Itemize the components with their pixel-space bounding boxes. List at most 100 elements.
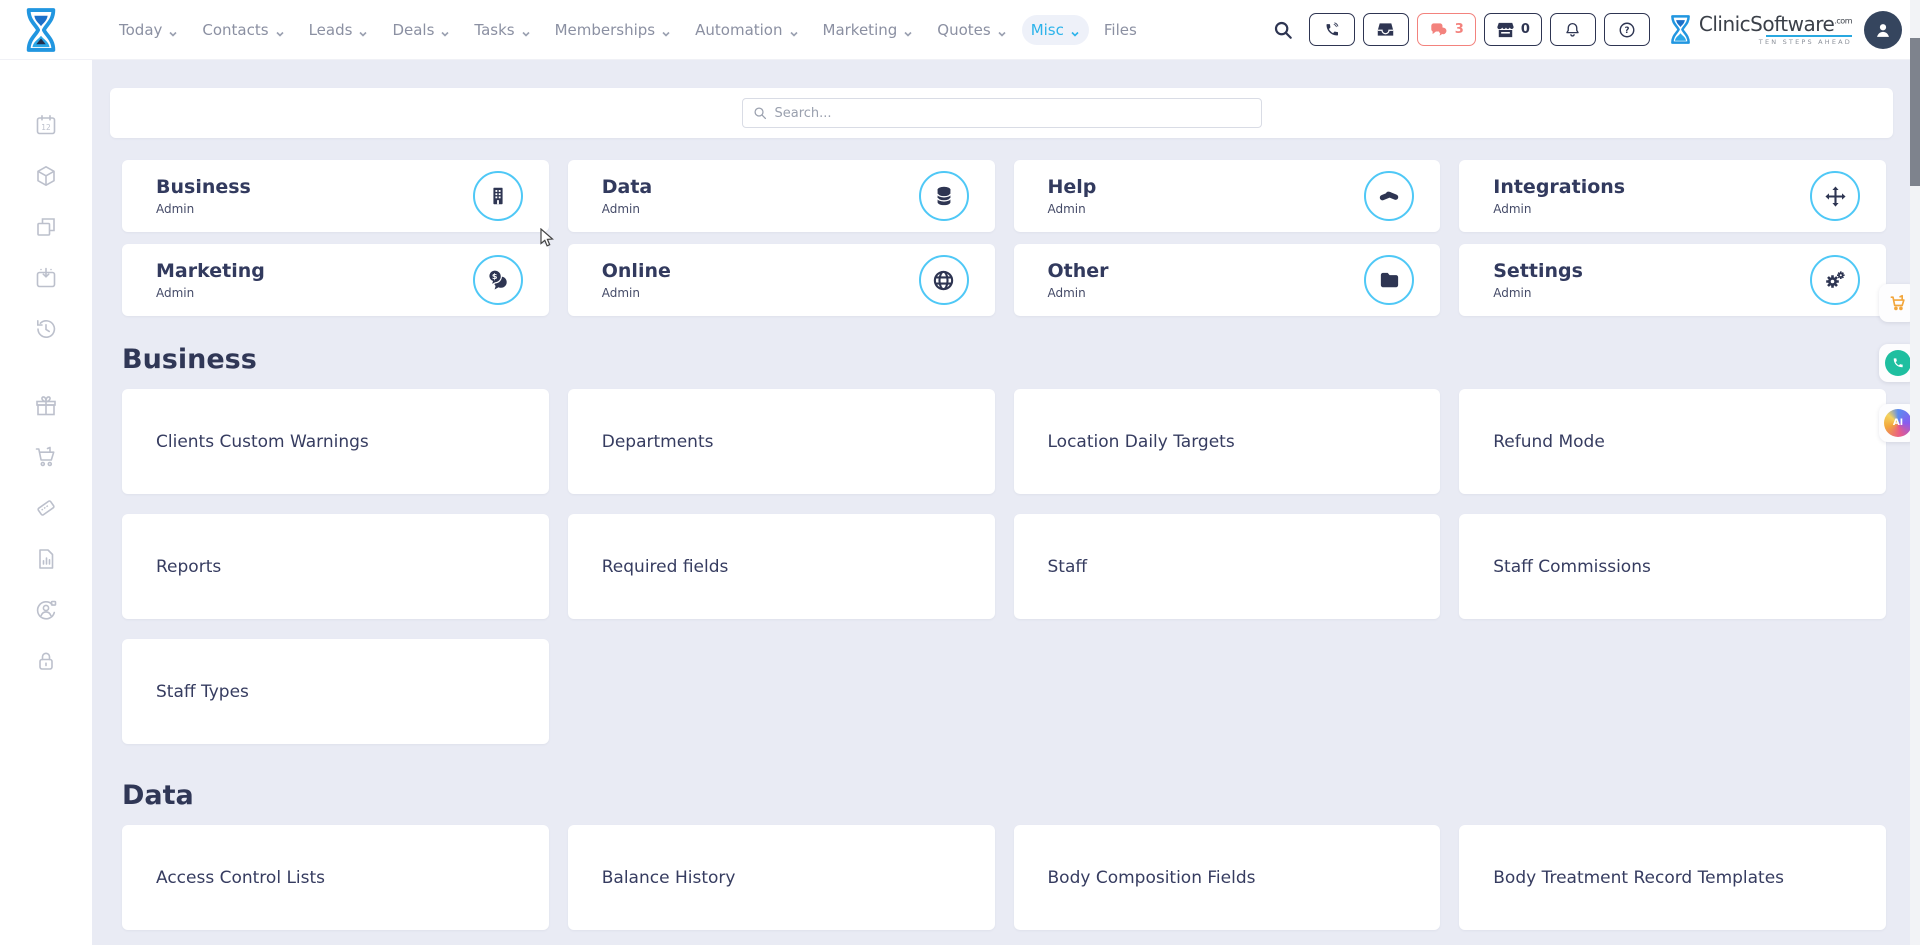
- category-card-online[interactable]: Online Admin: [568, 244, 995, 316]
- nav-memberships[interactable]: Memberships: [546, 15, 681, 45]
- category-title: Help: [1048, 176, 1097, 198]
- category-title: Business: [156, 176, 251, 198]
- scrollbar-thumb[interactable]: [1910, 38, 1920, 186]
- category-title: Other: [1048, 260, 1109, 282]
- brand-name: ClinicSoftware: [1699, 12, 1834, 36]
- search-input[interactable]: [775, 106, 1251, 121]
- category-title: Integrations: [1493, 176, 1625, 198]
- brand-tagline: TEN STEPS AHEAD: [1759, 39, 1852, 46]
- nav-tasks-label: Tasks: [474, 21, 514, 39]
- history-icon[interactable]: [34, 317, 58, 341]
- category-card-help[interactable]: Help Admin: [1014, 160, 1441, 232]
- svg-text:12: 12: [41, 123, 51, 132]
- building-icon: [473, 171, 523, 221]
- category-card-integrations[interactable]: Integrations Admin: [1459, 160, 1886, 232]
- nav-automation-label: Automation: [695, 21, 782, 39]
- item-card-refund-mode[interactable]: Refund Mode: [1459, 389, 1886, 494]
- item-card-clients-custom-warnings[interactable]: Clients Custom Warnings: [122, 389, 549, 494]
- svg-text:?: ?: [1624, 26, 1629, 36]
- store-button[interactable]: 0: [1484, 13, 1542, 46]
- chevron-down-icon: [997, 25, 1007, 35]
- nav-deals-label: Deals: [392, 21, 434, 39]
- nav-marketing[interactable]: Marketing: [814, 15, 923, 45]
- business-items-grid: Clients Custom Warnings Departments Loca…: [122, 389, 1886, 744]
- category-subtitle: Admin: [1493, 286, 1583, 300]
- item-card-body-treatment-record-templates[interactable]: Body Treatment Record Templates: [1459, 825, 1886, 930]
- calendar-inbox-icon[interactable]: [34, 266, 58, 290]
- store-icon: [1496, 21, 1515, 39]
- category-title: Online: [602, 260, 671, 282]
- calendar-12-icon[interactable]: 12: [34, 113, 58, 137]
- store-count-badge: 0: [1521, 22, 1530, 37]
- chat-icon: [1429, 21, 1449, 38]
- copy-icon[interactable]: [34, 215, 58, 239]
- report-icon[interactable]: [34, 547, 58, 571]
- nav-leads[interactable]: Leads: [300, 15, 378, 45]
- gears-icon: [1810, 255, 1860, 305]
- nav-files[interactable]: Files: [1095, 15, 1146, 45]
- person-icon: [1872, 19, 1894, 41]
- item-card-body-composition-fields[interactable]: Body Composition Fields: [1014, 825, 1441, 930]
- item-card-location-daily-targets[interactable]: Location Daily Targets: [1014, 389, 1441, 494]
- left-sidebar: 12: [0, 60, 92, 945]
- category-card-data[interactable]: Data Admin: [568, 160, 995, 232]
- chat-notifications-button[interactable]: 3: [1417, 13, 1476, 46]
- category-card-settings[interactable]: Settings Admin: [1459, 244, 1886, 316]
- topbar-actions: 3 0 ?: [1273, 11, 1920, 49]
- nav-quotes[interactable]: Quotes: [928, 15, 1015, 45]
- chevron-down-icon: [789, 25, 799, 35]
- data-items-grid: Access Control Lists Balance History Bod…: [122, 825, 1886, 930]
- search-box[interactable]: [742, 98, 1262, 128]
- help-button[interactable]: ?: [1604, 13, 1650, 46]
- item-card-staff-commissions[interactable]: Staff Commissions: [1459, 514, 1886, 619]
- app-logo[interactable]: [0, 7, 110, 53]
- account-icon[interactable]: [34, 598, 58, 622]
- chevron-down-icon: [275, 25, 285, 35]
- nav-misc[interactable]: Misc: [1022, 15, 1089, 45]
- nav-today[interactable]: Today: [110, 15, 187, 45]
- nav-contacts[interactable]: Contacts: [193, 15, 293, 45]
- scrollbar-track[interactable]: [1910, 0, 1920, 945]
- cart-icon[interactable]: [34, 445, 58, 469]
- phone-icon: [1885, 350, 1911, 376]
- nav-tasks[interactable]: Tasks: [465, 15, 539, 45]
- category-card-other[interactable]: Other Admin: [1014, 244, 1441, 316]
- search-panel: [110, 88, 1893, 138]
- item-card-balance-history[interactable]: Balance History: [568, 825, 995, 930]
- brand-logo[interactable]: ClinicSoftware.com TEN STEPS AHEAD: [1668, 14, 1852, 46]
- gift-icon[interactable]: [34, 394, 58, 418]
- cart-icon: [1888, 293, 1908, 313]
- brand-text: ClinicSoftware.com TEN STEPS AHEAD: [1699, 14, 1852, 46]
- main-nav: Today Contacts Leads Deals Tasks Members…: [110, 15, 1146, 45]
- nav-automation[interactable]: Automation: [686, 15, 807, 45]
- item-card-departments[interactable]: Departments: [568, 389, 995, 494]
- notifications-button[interactable]: [1550, 13, 1596, 46]
- nav-deals[interactable]: Deals: [383, 15, 459, 45]
- search-icon[interactable]: [1273, 20, 1293, 40]
- phone-call-button[interactable]: [1309, 13, 1355, 46]
- item-card-access-control-lists[interactable]: Access Control Lists: [122, 825, 549, 930]
- content-inner: Business Admin: [122, 160, 1886, 930]
- cube-icon[interactable]: [34, 164, 58, 188]
- category-title: Marketing: [156, 260, 265, 282]
- category-card-marketing[interactable]: Marketing Admin $: [122, 244, 549, 316]
- category-subtitle: Admin: [1048, 286, 1109, 300]
- category-subtitle: Admin: [1048, 202, 1097, 216]
- nav-memberships-label: Memberships: [555, 21, 656, 39]
- category-title: Data: [602, 176, 653, 198]
- inbox-button[interactable]: [1363, 13, 1409, 46]
- item-card-staff-types[interactable]: Staff Types: [122, 639, 549, 744]
- item-card-staff[interactable]: Staff: [1014, 514, 1441, 619]
- nav-leads-label: Leads: [309, 21, 353, 39]
- search-icon: [753, 106, 767, 120]
- folder-icon: [1364, 255, 1414, 305]
- lock-icon[interactable]: [34, 649, 58, 673]
- user-avatar[interactable]: [1864, 11, 1902, 49]
- chevron-down-icon: [521, 25, 531, 35]
- brand-underline: [1766, 35, 1852, 37]
- item-card-reports[interactable]: Reports: [122, 514, 549, 619]
- category-card-business[interactable]: Business Admin: [122, 160, 549, 232]
- item-card-required-fields[interactable]: Required fields: [568, 514, 995, 619]
- price-tag-icon[interactable]: [34, 496, 58, 520]
- svg-text:$: $: [492, 272, 498, 281]
